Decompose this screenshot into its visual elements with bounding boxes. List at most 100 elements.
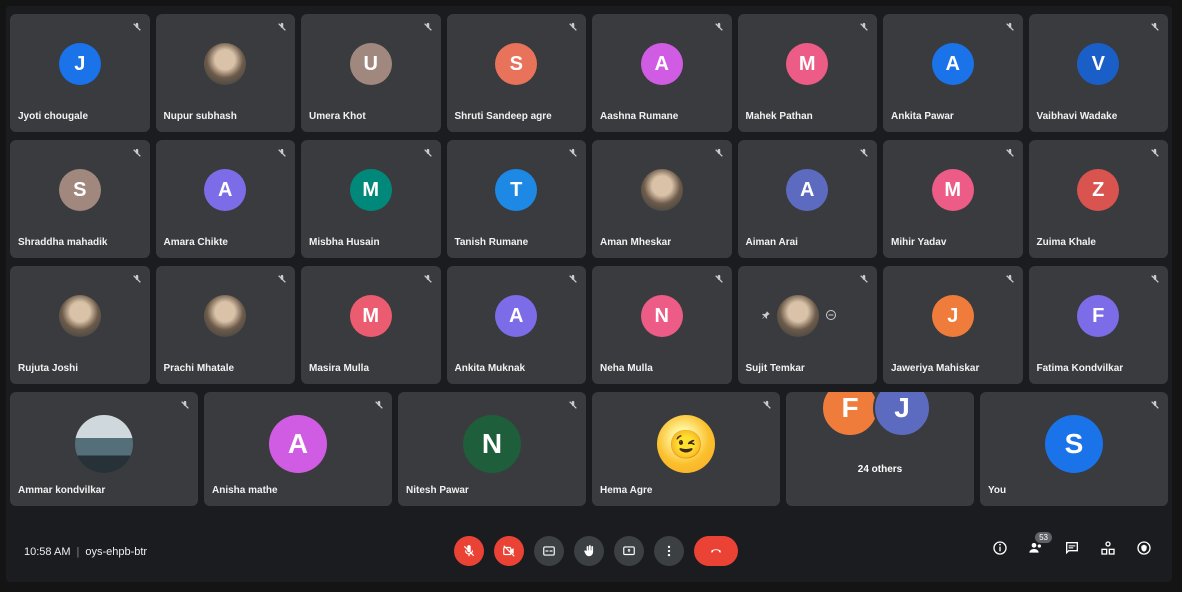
participant-name: Aiman Arai [745,237,798,248]
participant-name: Mahek Pathan [745,111,813,122]
mic-off-icon [568,22,578,35]
mic-off-icon [1150,148,1160,161]
participant-tile[interactable]: Sujit Temkar [737,266,877,384]
chat-icon [1066,542,1078,555]
participant-name: Jaweriya Mahiskar [891,363,980,374]
mic-off-icon [762,400,772,413]
participant-name: Neha Mulla [600,363,653,374]
participant-tile[interactable]: Prachi Mhatale [155,266,295,384]
avatar: N [463,415,521,473]
mic-off-icon [1150,22,1160,35]
side-panel-controls: 53 [992,532,1152,559]
avatar: T [495,169,538,211]
remove-icon[interactable] [825,309,837,324]
participant-tile[interactable]: Aman Mheskar [592,140,732,258]
avatar: A [495,295,538,337]
more-options-button[interactable] [654,536,684,566]
avatar: M [349,169,392,211]
host-controls-button[interactable] [1136,540,1152,559]
participant-tile[interactable]: Nupur subhash [155,14,295,132]
camera-off-icon [503,545,515,557]
participant-name: Shraddha mahadik [18,237,108,248]
call-controls [454,536,738,566]
participant-tile[interactable]: A Ankita Muknak [446,266,586,384]
avatar [640,169,683,211]
participant-tile[interactable]: A Aashna Rumane [592,14,732,132]
present-screen-button[interactable] [614,536,644,566]
avatar: 😉 [657,415,715,473]
info-icon [993,541,1007,555]
self-tile[interactable]: S You [980,392,1168,506]
meeting-details-button[interactable] [992,540,1008,559]
participant-name: Prachi Mhatale [163,363,235,374]
participant-tile[interactable]: M Mahek Pathan [737,14,877,132]
people-button[interactable]: 53 [1028,532,1052,559]
mic-off-icon [1150,400,1160,413]
participant-tile[interactable]: U Umera Khot [301,14,441,132]
participant-name: Jyoti chougale [18,111,89,122]
participant-tile[interactable]: S Shruti Sandeep agre [446,14,586,132]
captions-button[interactable] [534,536,564,566]
leave-call-button[interactable] [694,536,738,566]
activities-button[interactable] [1100,540,1116,559]
participant-tile[interactable]: F Fatima Kondvilkar [1028,266,1168,384]
mic-off-icon [1005,148,1015,161]
participant-tile[interactable]: J Jyoti chougale [10,14,150,132]
participant-tile[interactable]: N Nitesh Pawar [398,392,586,506]
participant-tile[interactable]: M Misbha Husain [301,140,441,258]
participant-tile[interactable]: M Mihir Yadav [883,140,1023,258]
avatar: F [821,392,879,437]
mic-off-icon [374,400,384,413]
avatar: S [58,169,101,211]
avatar: V [1077,43,1120,85]
others-avatars: FJ [821,392,931,437]
mic-off-icon [1005,274,1015,287]
meeting-info: 10:58 AM | oys-ehpb-btr [24,546,147,558]
participant-tile[interactable]: A Amara Chikte [155,140,295,258]
participant-tile[interactable]: Rujuta Joshi [10,266,150,384]
participant-tile[interactable]: A Anisha mathe [204,392,392,506]
mic-off-icon [180,400,190,413]
avatar: S [1045,415,1103,473]
others-count-label: 24 others [857,464,903,475]
participant-tile[interactable]: A Ankita Pawar [883,14,1023,132]
others-tile[interactable]: F J 24 others [786,392,974,506]
avatar: M [349,295,392,337]
avatar: A [640,43,683,85]
participant-tile[interactable]: Z Zuima Khale [1028,140,1168,258]
participant-tile[interactable]: T Tanish Rumane [446,140,586,258]
meet-window: J Jyoti chougale Nupur subhash U Umera Khot S… [6,6,1172,582]
participant-tile[interactable]: J Jaweriya Mahiskar [883,266,1023,384]
end-call-icon [711,549,721,553]
mic-off-icon [568,274,578,287]
participant-tile[interactable]: A Aiman Arai [737,140,877,258]
avatar: M [786,43,829,85]
camera-toggle-button[interactable] [494,536,524,566]
pin-icon[interactable] [761,309,771,324]
participant-name: Vaibhavi Wadake [1036,111,1118,122]
participant-tile[interactable]: S Shraddha mahadik [10,140,150,258]
participant-tile[interactable]: V Vaibhavi Wadake [1028,14,1168,132]
more-vert-icon [667,545,671,557]
participant-name: Mihir Yadav [891,237,947,248]
participant-name: Ammar kondvilkar [18,485,106,496]
avatar: A [931,43,974,85]
avatar: Z [1077,169,1120,211]
participant-tile[interactable]: 😉 Hema Agre [592,392,780,506]
participant-name: Rujuta Joshi [18,363,79,374]
mic-off-icon [568,400,578,413]
avatar: J [58,43,101,85]
raise-hand-icon [584,545,594,557]
participant-name: Zuima Khale [1036,237,1096,248]
mic-off-icon [277,22,287,35]
participant-tile[interactable]: M Masira Mulla [301,266,441,384]
participant-name: Nitesh Pawar [406,485,469,496]
participant-tile[interactable]: N Neha Mulla [592,266,732,384]
raise-hand-button[interactable] [574,536,604,566]
mic-off-icon [132,22,142,35]
mic-off-icon [859,22,869,35]
chat-button[interactable] [1064,540,1080,559]
participant-tile[interactable]: Ammar kondvilkar [10,392,198,506]
avatar [204,295,247,337]
mic-toggle-button[interactable] [454,536,484,566]
